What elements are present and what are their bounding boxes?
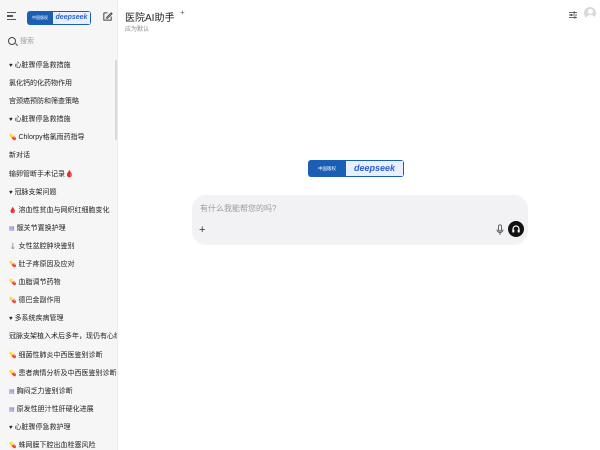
chat-history-label: 氯化钙的化药物作用 [9,80,72,88]
chat-history-label: 女性盆腔肿块鉴别 [18,242,75,250]
heart-icon: ♥ [9,316,13,323]
pill-icon: 💊 [9,442,17,449]
search-field[interactable]: 搜索 [0,34,117,50]
chat-history-label: Chlorpy格氯雨药指导 [18,134,85,142]
chat-history-item[interactable]: ♥ 心脏骤停急救措施 [0,57,117,75]
sliders-icon[interactable] [568,10,578,20]
document-icon: ▤ [9,225,15,232]
assistant-title[interactable]: 医院AI助手 [125,9,174,24]
chat-history-label: 德巴金副作用 [18,297,61,305]
user-avatar[interactable] [584,7,596,19]
sidebar: 中国版权 deepseek 搜索 ♥ 心脏骤停急救措施 氯化钙的化药物作用 宫颈癌预防… [0,0,118,450]
chat-history-label: 新对话 [9,152,30,160]
chat-history-item[interactable]: 氯化钙的化药物作用 [0,75,117,93]
chat-history-label: 患者病情分析及中西医鉴别诊断 [18,369,117,377]
pill-icon: 💊 [9,262,17,269]
chat-history-item[interactable]: 💊 蛛网膜下腔出血栓塞风险 [0,437,117,450]
chat-history-list: ♥ 心脏骤停急救措施 氯化钙的化药物作用 宫颈癌预防和筛查策略 ♥ 心脏骤停急救措施 💊 Ch… [0,57,118,450]
thermometer-icon: 🌡 [9,243,17,250]
pill-icon: 💊 [9,352,17,359]
pill-icon: 💊 [9,370,17,377]
chat-history-label: 心脏骤停急救护理 [14,423,71,431]
chat-history-item[interactable]: 冠脉支架植入术后多年，现仍有心绞 [0,328,118,346]
chat-history-label: 胸闷乏力鉴别诊断 [16,387,73,395]
center-logo-left-text: 中国版权 [308,160,346,177]
chat-history-item[interactable]: 💊 Chlorpy格氯雨药指导 [0,129,117,147]
logo-right-text: deepseek [53,11,91,25]
chat-history-item[interactable]: ♥ 心脏骤停急救措施 [0,111,117,129]
headset-icon [512,225,520,233]
chat-history-label: 肚子疼原因及应对 [18,261,75,269]
message-input[interactable] [200,204,500,213]
microphone-icon[interactable] [496,224,504,236]
search-placeholder: 搜索 [20,38,34,45]
chat-history-item[interactable]: 💊 肚子疼原因及应对 [0,256,117,274]
chat-history-label: 髋关节置换护理 [16,224,66,232]
search-icon [8,37,16,45]
chat-history-label: 冠脉支架植入术后多年，现仍有心绞 [9,333,118,341]
new-chat-icon[interactable] [102,11,113,22]
chat-history-label: 心脏骤停急救措施 [14,116,71,124]
chat-history-item[interactable]: ▤ 原发性胆汁性肝硬化进展 [0,401,117,419]
chat-history-label: 细菌性肺炎中西医鉴别诊断 [18,351,103,359]
chat-history-item[interactable]: ♥ 心脏骤停急救护理 [0,419,117,437]
chat-history-item[interactable]: 💊 血脂调节药物 [0,274,117,292]
pill-icon: 💊 [9,298,17,305]
chat-history-label: 原发性胆汁性肝硬化进展 [16,405,94,413]
message-composer: + [192,195,528,245]
chat-history-label: 宫颈癌预防和筛查策略 [9,98,79,106]
chat-history-label: 多系统疾病管理 [14,315,64,323]
chat-history-label: 输卵管断手术记录🩸 [9,170,74,178]
chat-history-item[interactable]: 输卵管断手术记录🩸 [0,166,117,184]
heart-icon: ♥ [9,424,13,431]
chat-history-item[interactable]: 新对话 [0,147,117,165]
sidebar-header: 中国版权 deepseek [0,0,117,34]
chat-history-label: 血脂调节药物 [18,279,61,287]
pill-icon: 💊 [9,280,17,287]
chevron-down-icon[interactable]: ⌄ [169,9,175,17]
logo-left-text: 中国版权 [27,11,53,25]
center-brand-logo: 中国版权 deepseek [308,160,404,177]
chat-history-item[interactable]: ▤ 髋关节置换护理 [0,220,117,238]
heart-icon: ♥ [9,63,13,69]
send-button[interactable] [508,221,524,237]
chat-history-item[interactable]: 💊 患者病情分析及中西医鉴别诊断 [0,365,117,383]
sidebar-scrollbar[interactable] [115,60,117,140]
heart-icon: ♥ [9,117,13,124]
chat-history-item[interactable]: ♥ 冠脉支架问题 [0,184,117,202]
center-logo-right-text: deepseek [346,160,404,177]
assistant-subtitle: 应为默认 [125,27,150,33]
document-icon: ▤ [9,388,15,395]
chat-history-item[interactable]: ♥ 多系统疾病管理 [0,310,117,328]
heart-icon: ♥ [9,189,13,196]
document-icon: ▤ [9,406,15,413]
chat-history-item[interactable]: 宫颈癌预防和筛查策略 [0,93,117,111]
drop-icon: 🩸 [9,207,17,214]
pill-icon: 💊 [9,135,17,142]
chat-history-item[interactable]: 🌡 女性盆腔肿块鉴别 [0,238,117,256]
brand-logo: 中国版权 deepseek [27,11,91,25]
chat-history-item[interactable]: ▤ 胸闷乏力鉴别诊断 [0,383,117,401]
chat-history-label: 心脏骤停急救措施 [14,62,71,69]
chat-history-item[interactable]: 💊 德巴金副作用 [0,292,117,310]
menu-icon[interactable] [7,12,16,21]
chat-history-label: 蛛网膜下腔出血栓塞风险 [18,441,96,449]
chat-history-label: 冠脉支架问题 [14,188,57,196]
add-icon[interactable]: + [180,8,185,17]
attach-plus-button[interactable]: + [199,225,205,236]
chat-history-label: 溶血性贫血与网织红细胞变化 [18,206,110,214]
main-header: 医院AI助手 ⌄ + 应为默认 [118,0,600,40]
chat-history-item[interactable]: 💊 细菌性肺炎中西医鉴别诊断 [0,347,117,365]
chat-history-item[interactable]: 🩸 溶血性贫血与网织红细胞变化 [0,202,117,220]
